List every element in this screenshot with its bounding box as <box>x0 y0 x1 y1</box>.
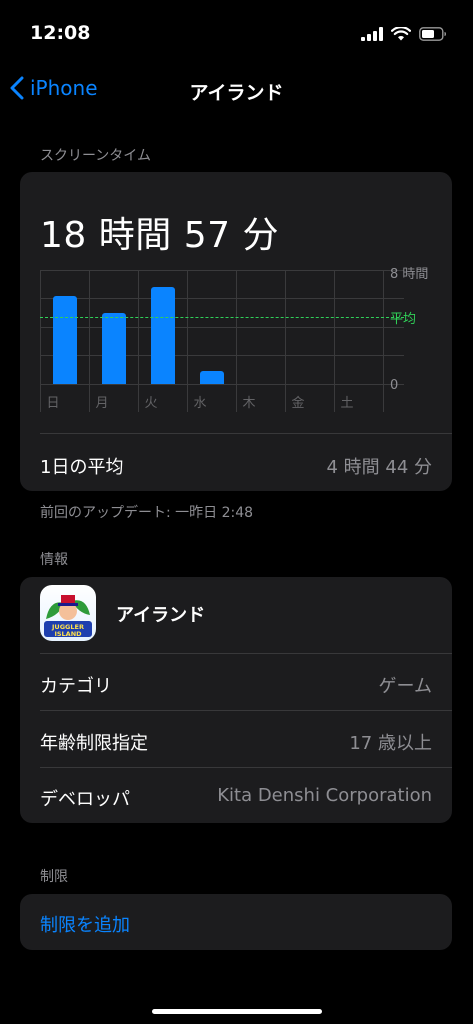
daily-average-value: 4 時間 44 分 <box>326 457 432 478</box>
wifi-icon <box>390 26 412 45</box>
usage-chart: 日月火水木金土 <box>40 270 404 412</box>
grid-line <box>89 270 90 412</box>
grid-line <box>40 384 404 385</box>
day-label: 木 <box>242 396 256 411</box>
day-label: 火 <box>144 396 158 411</box>
day-label: 月 <box>95 396 109 411</box>
add-limit-button[interactable]: 制限を追加 <box>40 911 130 937</box>
grid-line <box>187 270 188 412</box>
divider <box>40 653 452 654</box>
grid-line <box>236 270 237 412</box>
grid-line <box>138 270 139 412</box>
screen-time-section-header: スクリーンタイム <box>40 148 152 164</box>
grid-line <box>40 270 41 412</box>
app-icon: JUGGLER ISLAND <box>40 585 96 641</box>
divider <box>40 433 452 434</box>
grid-line <box>40 298 404 299</box>
battery-icon <box>419 26 447 45</box>
category-value: ゲーム <box>378 676 432 697</box>
developer-value: Kita Denshi Corporation <box>217 785 432 806</box>
chart-bar <box>102 313 126 384</box>
limits-card: 制限を追加 <box>20 894 452 950</box>
info-card: JUGGLER ISLAND アイランド カテゴリ ゲーム 年齢制限指定 17 … <box>20 577 452 823</box>
navigation-bar: iPhone アイランド <box>0 70 473 114</box>
day-label: 土 <box>340 396 354 411</box>
last-update-text: 前回のアップデート: 一昨日 2:48 <box>40 505 254 521</box>
chart-bar <box>53 296 77 384</box>
y-axis-max-label: 8 時間 <box>390 267 429 282</box>
average-label: 平均 <box>390 312 417 327</box>
grid-line <box>334 270 335 412</box>
divider <box>40 710 452 711</box>
status-time: 12:08 <box>30 22 91 44</box>
svg-text:ISLAND: ISLAND <box>54 630 82 638</box>
day-label: 日 <box>46 396 60 411</box>
day-label: 水 <box>193 396 207 411</box>
home-indicator[interactable] <box>152 1009 322 1014</box>
grid-line <box>40 327 404 328</box>
developer-label: デベロッパ <box>40 789 130 810</box>
chart-bar <box>200 371 224 384</box>
app-name: アイランド <box>116 605 206 626</box>
grid-line <box>40 355 404 356</box>
grid-line <box>285 270 286 412</box>
age-rating-value: 17 歳以上 <box>349 733 432 754</box>
cellular-signal-icon <box>361 26 383 45</box>
day-label: 金 <box>291 396 305 411</box>
chart-bar <box>151 287 175 384</box>
page-title: アイランド <box>189 82 284 104</box>
grid-line <box>40 270 404 271</box>
y-axis-min-label: 0 <box>390 378 399 393</box>
status-icons <box>361 26 447 45</box>
status-bar: 12:08 <box>0 0 473 70</box>
age-rating-label: 年齢制限指定 <box>40 733 148 754</box>
daily-average-label: 1日の平均 <box>40 457 124 478</box>
category-label: カテゴリ <box>40 676 112 697</box>
limits-section-header: 制限 <box>40 869 68 885</box>
divider <box>40 767 452 768</box>
info-section-header: 情報 <box>40 552 68 568</box>
average-line <box>40 317 404 318</box>
screen-time-card[interactable]: 18 時間 57 分 日 月 火 水 木 金 土 8 時間 0 平均 1日の平均 4 時間 … <box>20 172 452 491</box>
grid-line <box>383 270 384 412</box>
total-screen-time: 18 時間 57 分 <box>40 215 279 256</box>
